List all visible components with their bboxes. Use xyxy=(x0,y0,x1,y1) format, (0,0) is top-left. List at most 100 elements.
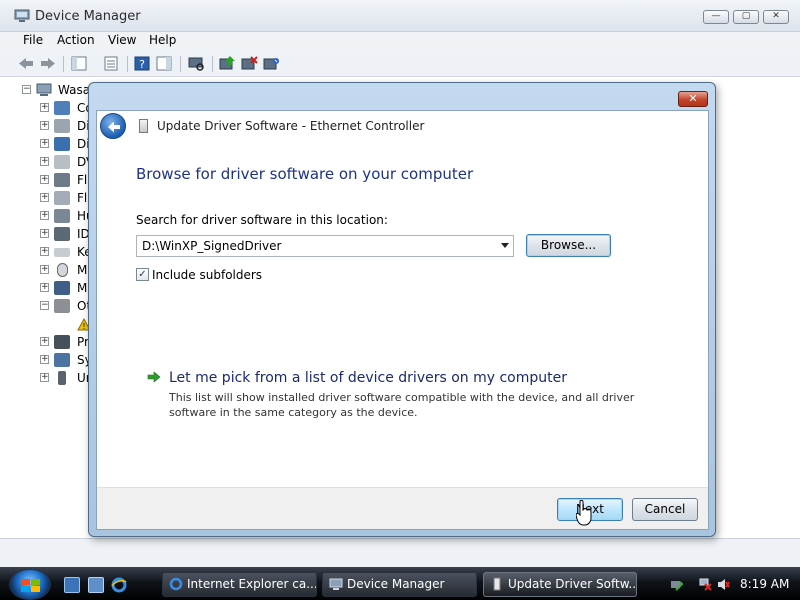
safely-remove-hardware-icon[interactable] xyxy=(670,578,683,591)
expand-icon[interactable]: + xyxy=(40,337,49,346)
expand-icon[interactable]: + xyxy=(40,283,49,292)
status-bar xyxy=(0,538,800,567)
page-heading: Browse for driver software on your compu… xyxy=(136,165,474,183)
collapse-icon[interactable]: − xyxy=(22,85,31,94)
update-driver-dialog: ✕ Update Driver Software - Ethernet Cont… xyxy=(88,82,716,537)
tree-node[interactable]: + M xyxy=(0,280,100,296)
toolbar-separator xyxy=(63,56,64,72)
console-tree-icon[interactable] xyxy=(70,55,88,72)
tree-node[interactable]: + ID xyxy=(0,226,100,242)
expand-icon[interactable]: + xyxy=(40,121,49,130)
dropdown-arrow-icon[interactable] xyxy=(501,243,509,248)
notification-area: 8:19 AM xyxy=(660,572,800,597)
cancel-button[interactable]: Cancel xyxy=(632,498,698,521)
pick-from-list-link[interactable]: Let me pick from a list of device driver… xyxy=(169,370,567,386)
expand-icon[interactable]: + xyxy=(40,355,49,364)
start-button[interactable] xyxy=(9,569,51,600)
green-arrow-icon[interactable] xyxy=(147,371,161,383)
dialog-body: Update Driver Software - Ethernet Contro… xyxy=(96,110,709,530)
expand-icon[interactable]: + xyxy=(40,157,49,166)
system-devices-icon xyxy=(54,353,70,367)
switch-windows-icon[interactable] xyxy=(88,577,104,593)
toolbar-separator xyxy=(212,56,213,72)
clock[interactable]: 8:19 AM xyxy=(740,577,789,591)
update-driver-icon[interactable] xyxy=(218,55,236,72)
expand-icon[interactable]: + xyxy=(40,373,49,382)
pick-from-list-description: This list will show installed driver sof… xyxy=(169,391,635,419)
uninstall-device-icon[interactable] xyxy=(240,55,258,72)
dialog-header: Update Driver Software - Ethernet Contro… xyxy=(97,111,708,141)
tree-node[interactable]: + Pr xyxy=(0,334,100,350)
scan-hardware-icon[interactable] xyxy=(187,55,205,72)
expand-icon[interactable]: + xyxy=(40,247,49,256)
include-subfolders-checkbox[interactable]: ✓ xyxy=(136,268,149,281)
tree-node[interactable]: − Ot xyxy=(0,298,100,314)
internet-explorer-icon[interactable] xyxy=(111,577,127,593)
properties-icon[interactable] xyxy=(102,55,120,72)
task-internet-explorer[interactable]: Internet Explorer ca... xyxy=(162,572,317,597)
disable-device-icon[interactable] xyxy=(262,55,280,72)
update-driver-icon xyxy=(493,577,501,591)
expand-icon[interactable]: + xyxy=(40,103,49,112)
tree-node[interactable]: + Ke xyxy=(0,244,100,260)
menu-action[interactable]: Action xyxy=(57,33,95,47)
expand-icon[interactable]: + xyxy=(40,193,49,202)
expand-icon[interactable]: + xyxy=(40,139,49,148)
svg-text:?: ? xyxy=(139,58,145,71)
device-manager-titlebar: Device Manager — ▢ ✕ xyxy=(0,0,800,32)
back-arrow-icon[interactable] xyxy=(17,55,35,72)
forward-arrow-icon[interactable] xyxy=(39,55,57,72)
path-combobox[interactable]: D:\WinXP_SignedDriver xyxy=(136,235,514,257)
tree-node[interactable]: + M xyxy=(0,262,100,278)
minimize-button[interactable]: — xyxy=(703,10,729,24)
action-pane-icon[interactable] xyxy=(155,55,173,72)
expand-icon[interactable]: + xyxy=(40,265,49,274)
dialog-close-button[interactable]: ✕ xyxy=(678,91,708,107)
other-devices-icon xyxy=(54,299,70,313)
menu-view[interactable]: View xyxy=(108,33,136,47)
tree-node-child[interactable]: ! xyxy=(0,316,100,332)
expand-icon[interactable]: + xyxy=(40,211,49,220)
computer-icon xyxy=(54,101,70,115)
collapse-icon[interactable]: − xyxy=(40,301,49,310)
maximize-button[interactable]: ▢ xyxy=(733,10,759,24)
network-disconnected-icon[interactable] xyxy=(699,578,712,591)
tree-node[interactable]: + Sy xyxy=(0,352,100,368)
show-desktop-icon[interactable] xyxy=(64,577,80,593)
disk-drive-icon xyxy=(54,119,70,133)
tree-node[interactable]: + Hu xyxy=(0,208,100,224)
task-update-driver[interactable]: Update Driver Softw... xyxy=(483,572,637,597)
tree-node[interactable]: + Di xyxy=(0,118,100,134)
dialog-content: Browse for driver software on your compu… xyxy=(97,141,708,487)
device-manager-icon xyxy=(14,9,30,22)
volume-muted-icon[interactable] xyxy=(717,578,730,591)
menu-file[interactable]: File xyxy=(23,33,43,47)
menu-help[interactable]: Help xyxy=(149,33,176,47)
back-button[interactable] xyxy=(100,113,126,139)
svg-text:!: ! xyxy=(82,322,85,331)
task-label: Device Manager xyxy=(347,577,445,591)
task-device-manager[interactable]: Device Manager xyxy=(322,572,477,597)
expand-icon[interactable]: + xyxy=(40,175,49,184)
browse-button[interactable]: Browse... xyxy=(526,234,611,257)
keyboard-icon xyxy=(54,248,70,257)
monitor-icon xyxy=(54,281,70,295)
tree-node[interactable]: + Ur xyxy=(0,370,100,386)
path-value[interactable]: D:\WinXP_SignedDriver xyxy=(142,239,281,253)
expand-icon[interactable]: + xyxy=(40,229,49,238)
include-subfolders-label[interactable]: Include subfolders xyxy=(152,268,262,282)
task-label: Internet Explorer ca... xyxy=(187,577,317,591)
task-label: Update Driver Softw... xyxy=(508,577,637,591)
tree-node[interactable]: + Fl xyxy=(0,190,100,206)
tree-node[interactable]: + Di xyxy=(0,136,100,152)
dvd-drive-icon xyxy=(54,155,70,169)
back-arrow-icon xyxy=(108,121,120,133)
help-icon[interactable]: ? xyxy=(133,55,151,72)
tree-node-label: Fl xyxy=(77,173,88,187)
processor-icon xyxy=(54,335,70,349)
tree-node[interactable]: + Co xyxy=(0,100,100,116)
tree-node[interactable]: + DV xyxy=(0,154,100,170)
menu-bar: File Action View Help xyxy=(0,32,800,50)
tree-node[interactable]: + Fl xyxy=(0,172,100,188)
close-button[interactable]: ✕ xyxy=(763,10,789,24)
